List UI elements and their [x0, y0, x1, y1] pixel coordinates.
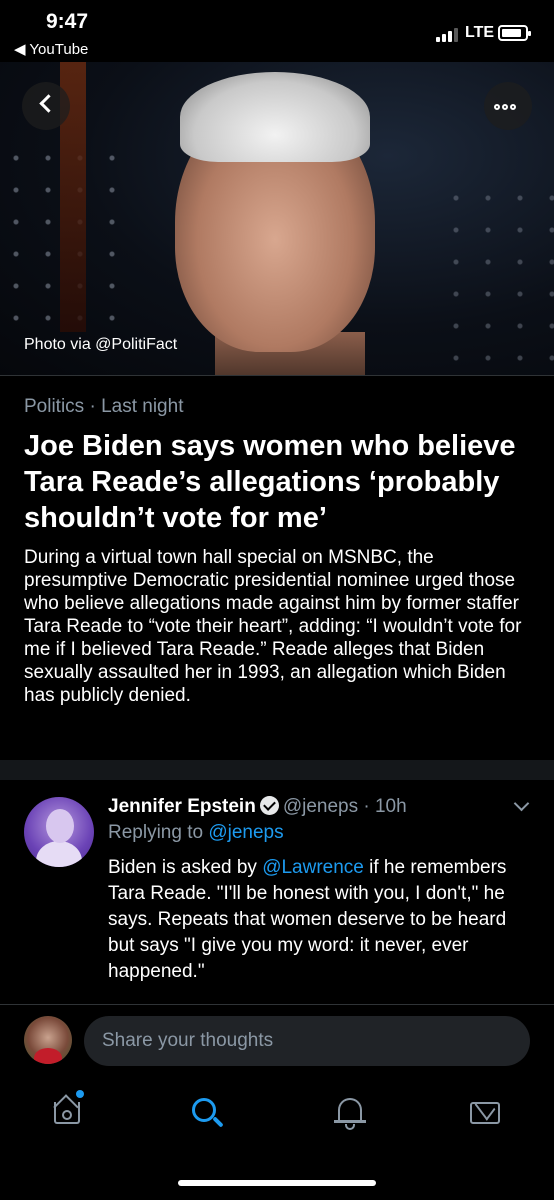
back-to-app-link[interactable]: ◀ YouTube: [14, 40, 88, 58]
chevron-down-icon[interactable]: [513, 795, 530, 812]
compose-input[interactable]: [84, 1016, 530, 1066]
tweet-header: Jennifer Epstein @jeneps · 10h: [108, 793, 407, 818]
hero-image: Photo via @PolitiFact: [0, 62, 554, 375]
tab-search[interactable]: [188, 1094, 228, 1134]
back-button[interactable]: [22, 82, 70, 130]
tweet-text-before: Biden is asked by: [108, 857, 263, 878]
article-headline: Joe Biden says women who believe Tara Re…: [24, 430, 516, 534]
battery-level: [502, 29, 521, 37]
portrait-hair: [180, 72, 370, 162]
section-separator: [0, 760, 554, 780]
verified-badge-icon: [259, 796, 279, 815]
replying-prefix: Replying to: [108, 822, 209, 843]
replying-to: Replying to @jeneps: [108, 822, 284, 844]
article-category[interactable]: Politics: [24, 396, 84, 417]
more-horizontal-icon: [494, 102, 518, 112]
divider: [0, 375, 554, 376]
meta-separator: ·: [84, 396, 102, 417]
article-time: Last night: [101, 396, 184, 417]
tab-notifications[interactable]: [330, 1094, 370, 1134]
tweet-time: · 10h: [358, 796, 407, 817]
article-summary: During a virtual town hall special on MS…: [24, 547, 522, 706]
tab-messages[interactable]: [466, 1093, 506, 1134]
notification-dot: [76, 1090, 84, 1098]
home-indicator[interactable]: [178, 1180, 376, 1186]
more-options-button[interactable]: [484, 82, 532, 130]
photo-caption: Photo via @PolitiFact: [24, 336, 178, 353]
article-meta: Politics · Last night: [24, 396, 183, 418]
user-avatar[interactable]: [24, 1016, 72, 1064]
tweet-author-handle[interactable]: @jeneps: [283, 796, 358, 817]
avatar[interactable]: [24, 797, 94, 867]
status-time: 9:47: [46, 10, 89, 33]
tab-home[interactable]: [48, 1090, 88, 1134]
signal-icon: [436, 26, 460, 42]
flag-background-right: [440, 182, 554, 375]
battery-icon: [498, 25, 531, 41]
status-bar: 9:47 ◀ YouTube LTE: [0, 0, 554, 62]
network-label: LTE: [465, 24, 495, 41]
chevron-left-icon: [39, 94, 58, 113]
tweet-text: Biden is asked by @Lawrence if he rememb…: [108, 855, 528, 985]
mention-link[interactable]: @Lawrence: [262, 857, 364, 878]
tweet-author-name[interactable]: Jennifer Epstein: [108, 796, 256, 817]
replying-to-link[interactable]: @jeneps: [208, 822, 283, 843]
